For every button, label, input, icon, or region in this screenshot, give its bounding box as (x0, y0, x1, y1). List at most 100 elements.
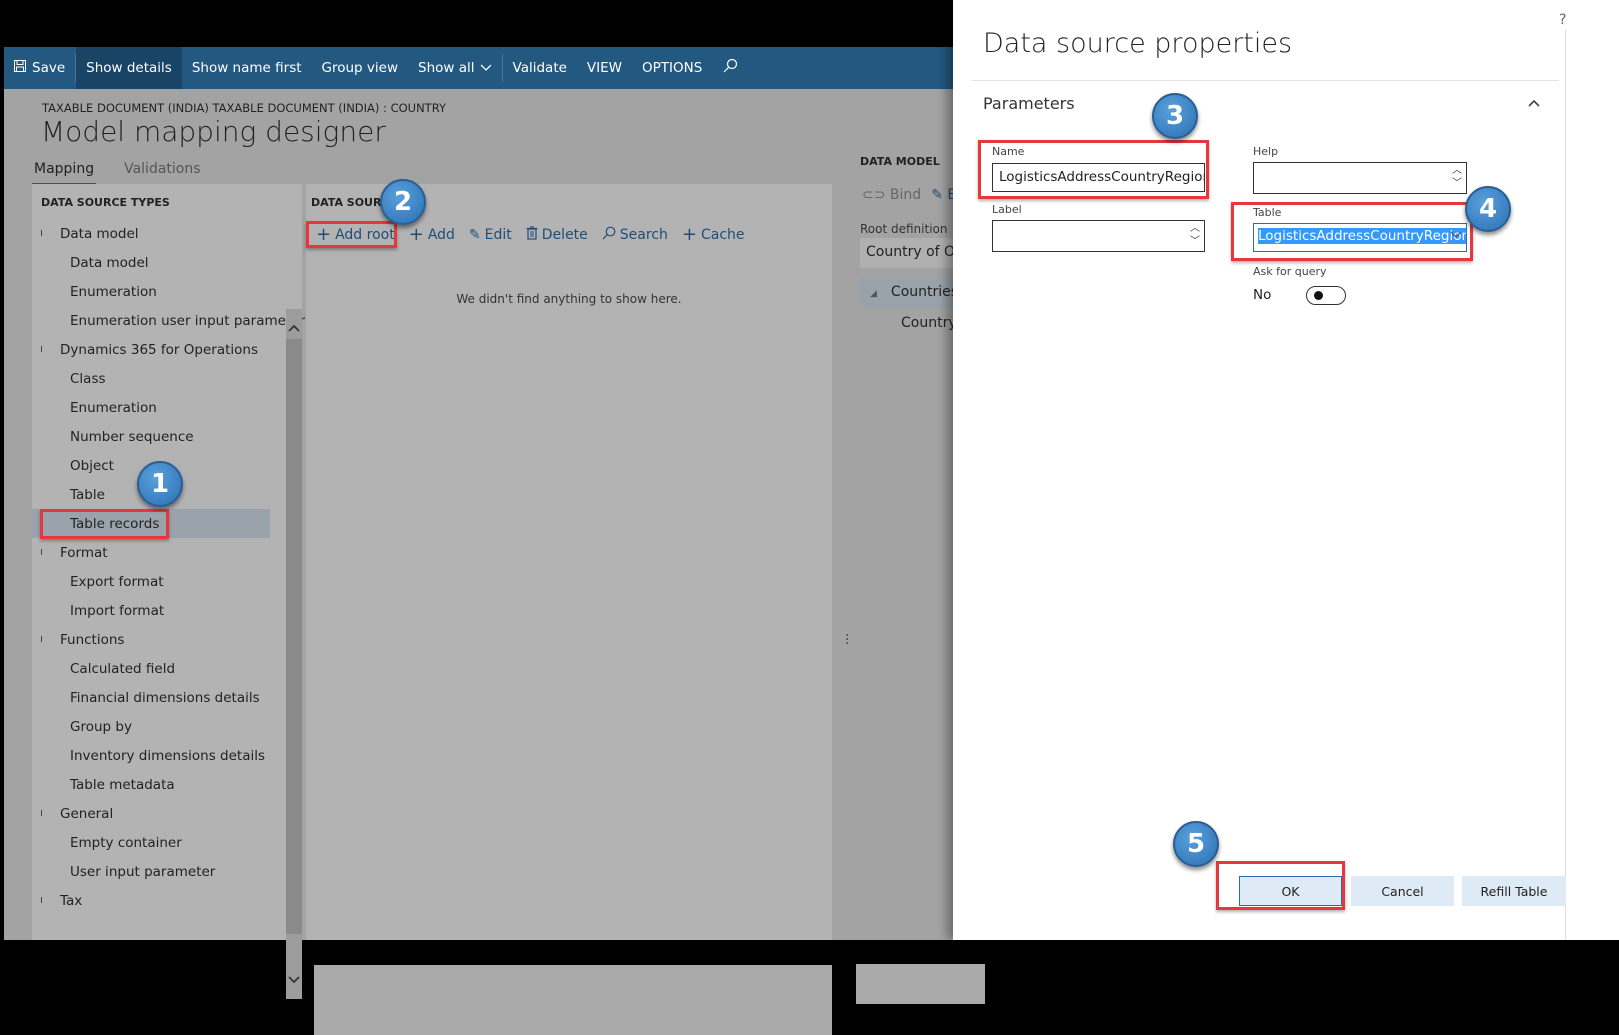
ok-button[interactable]: OK (1239, 876, 1342, 906)
label-input[interactable]: ︿ ﹀ (992, 220, 1205, 252)
tree-item[interactable]: Calculated field (32, 654, 286, 683)
tree-item[interactable]: Number sequence (32, 422, 286, 451)
tab-validations[interactable]: Validations (122, 161, 202, 185)
edit-button[interactable]: ✎ Edit (469, 224, 512, 245)
help-icon[interactable]: ? (1559, 12, 1566, 28)
page-title: Model mapping designer (41, 115, 386, 148)
dialog-scrollbar[interactable] (1565, 30, 1566, 940)
tree-item-label: Table metadata (70, 776, 175, 793)
tab-strip: Mapping Validations (32, 161, 229, 185)
show-details-button[interactable]: Show details (76, 47, 182, 89)
expand-toggle-icon[interactable] (41, 230, 42, 236)
tree-item[interactable]: Inventory dimensions details (32, 741, 286, 770)
search-datasource-button[interactable]: Search (602, 224, 668, 245)
tree-item[interactable]: Import format (32, 596, 286, 625)
tree-item-label: Inventory dimensions details (70, 747, 266, 764)
tree-item[interactable]: Enumeration (32, 277, 286, 306)
save-button[interactable]: Save (4, 47, 75, 89)
tab-mapping[interactable]: Mapping (32, 161, 97, 185)
spin-down-icon[interactable]: ﹀ (1190, 236, 1200, 247)
add-root-button[interactable]: + Add root (316, 224, 395, 245)
parameters-section-header[interactable]: Parameters (983, 94, 1075, 113)
refill-table-button[interactable]: Refill Table (1462, 876, 1566, 906)
group-view-button[interactable]: Group view (312, 47, 408, 89)
tree-item[interactable]: User input parameter (32, 857, 286, 886)
tree-item-label: Enumeration (70, 283, 157, 300)
view-tab[interactable]: VIEW (577, 47, 632, 89)
plus-icon: + (681, 224, 697, 245)
bind-label: Bind (889, 187, 922, 203)
cache-button[interactable]: + Cache (682, 224, 745, 245)
search-label: Search (619, 226, 668, 243)
validate-button[interactable]: Validate (503, 47, 577, 89)
tree-item[interactable]: Group by (32, 712, 286, 741)
expand-toggle-icon[interactable] (41, 810, 42, 816)
tree-node-country[interactable]: Country (901, 315, 957, 331)
tree-item[interactable]: Enumeration (32, 393, 286, 422)
tree-item-label: Financial dimensions details (70, 689, 260, 706)
callout-badge-3: 3 (1152, 93, 1198, 139)
cancel-button[interactable]: Cancel (1351, 876, 1454, 906)
link-icon: ⊂⊃ (862, 187, 886, 203)
tree-item[interactable]: Financial dimensions details (32, 683, 286, 712)
root-definition-label: Root definition (860, 222, 948, 236)
chevron-down-icon (480, 60, 492, 76)
delete-label: Delete (541, 226, 588, 243)
expand-toggle-icon[interactable] (41, 897, 42, 903)
chevron-up-icon[interactable] (1528, 95, 1540, 111)
delete-button[interactable]: Delete (526, 224, 588, 245)
chevron-down-icon[interactable] (1450, 228, 1462, 242)
callout-badge-1: 1 (137, 461, 183, 507)
tree-group[interactable]: Format (32, 538, 286, 567)
tree-group-label: Tax (60, 892, 83, 909)
name-input[interactable]: LogisticsAddressCountryRegion (992, 163, 1205, 192)
show-all-dropdown[interactable]: Show all (408, 47, 502, 89)
tree-item[interactable]: Export format (32, 567, 286, 596)
spin-down-icon[interactable]: ﹀ (1452, 178, 1462, 189)
options-tab[interactable]: OPTIONS (632, 47, 712, 89)
tree-item[interactable]: Enumeration user input parameter (32, 306, 305, 335)
tree-scrollbar[interactable] (286, 309, 302, 999)
scrollbar-thumb[interactable] (286, 339, 302, 934)
scroll-up-icon[interactable] (288, 317, 300, 336)
expand-toggle-icon[interactable] (41, 636, 42, 642)
tree-item-label: Export format (70, 573, 164, 590)
tree-group[interactable]: General (32, 799, 286, 828)
ask-for-query-toggle[interactable] (1306, 286, 1346, 305)
tree-group[interactable]: Dynamics 365 for Operations (32, 335, 286, 364)
tree-group-label: Functions (60, 631, 125, 648)
tree-item-label: Table (70, 486, 105, 503)
scroll-down-icon[interactable] (288, 969, 300, 988)
tree-item-label: Enumeration (70, 399, 157, 416)
spin-buttons[interactable]: ︿ ﹀ (1188, 222, 1202, 248)
spin-up-icon[interactable]: ︿ (1190, 223, 1200, 234)
tree-item[interactable]: Table metadata (32, 770, 286, 799)
tree-item[interactable]: Class (32, 364, 286, 393)
show-name-first-button[interactable]: Show name first (182, 47, 312, 89)
ask-for-query-value: No (1253, 287, 1272, 303)
expand-toggle-icon[interactable] (41, 346, 42, 352)
tree-item[interactable]: Empty container (32, 828, 286, 857)
name-label: Name (992, 145, 1025, 158)
splitter-handle[interactable]: · · · (845, 629, 849, 651)
bind-button[interactable]: ⊂⊃ Bind (862, 187, 921, 203)
breadcrumb: TAXABLE DOCUMENT (INDIA) TAXABLE DOCUMEN… (42, 101, 446, 115)
spin-buttons[interactable]: ︿ ﹀ (1450, 164, 1464, 190)
spin-up-icon[interactable]: ︿ (1452, 165, 1462, 176)
search-button[interactable] (712, 47, 748, 89)
data-model-actions: ⊂⊃ Bind ✎ E (862, 187, 956, 203)
tree-group-label: Format (60, 544, 108, 561)
toggle-knob (1314, 291, 1323, 300)
table-dropdown[interactable]: LogisticsAddressCountryRegion (1253, 223, 1467, 252)
empty-message: We didn't find anything to show here. (456, 292, 682, 306)
tree-item[interactable]: Table records (32, 509, 270, 538)
help-input[interactable]: ︿ ﹀ (1253, 162, 1467, 194)
tree-item[interactable]: Data model (32, 248, 286, 277)
tree-group[interactable]: Functions (32, 625, 286, 654)
add-button[interactable]: + Add (409, 224, 455, 245)
tree-group[interactable]: Tax (32, 886, 286, 915)
validate-label: Validate (512, 60, 567, 76)
expand-toggle-icon[interactable] (41, 549, 42, 555)
callout-badge-5: 5 (1173, 821, 1219, 867)
tree-group[interactable]: Data model (32, 219, 286, 248)
